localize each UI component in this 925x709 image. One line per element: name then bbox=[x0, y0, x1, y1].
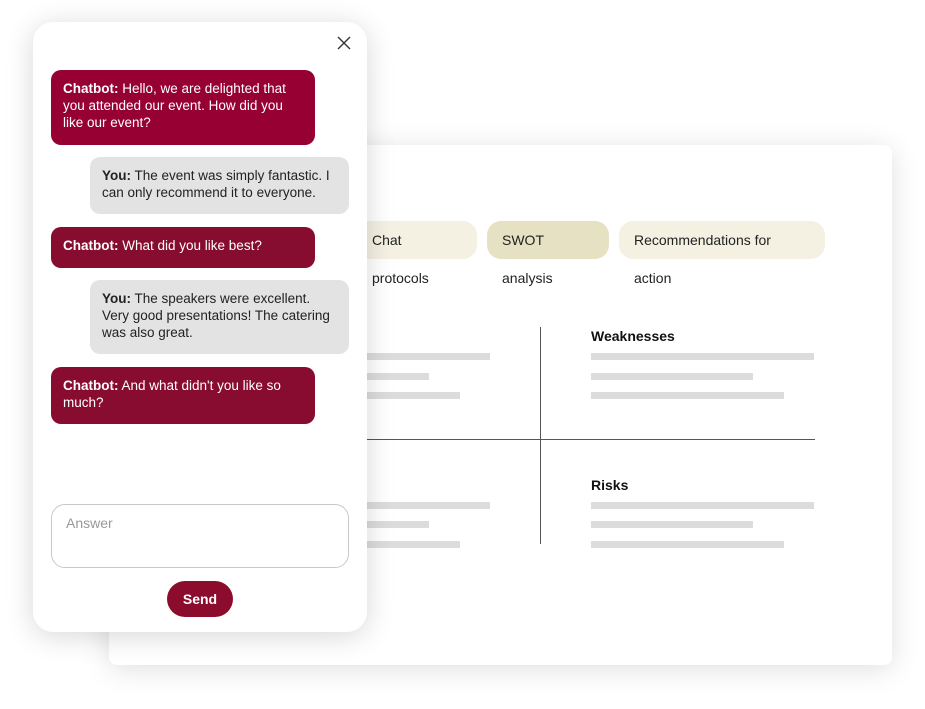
tab-swot-analysis[interactable]: SWOT analysis bbox=[487, 221, 609, 286]
close-icon[interactable] bbox=[335, 34, 353, 52]
chat-window: Chatbot: Hello, we are delighted that yo… bbox=[33, 22, 367, 632]
text-placeholder-line bbox=[591, 521, 753, 528]
user-message: You: The speakers were excellent. Very g… bbox=[90, 280, 349, 354]
text-placeholder-line bbox=[591, 502, 814, 509]
message-text: The event was simply fantastic. I can on… bbox=[102, 168, 330, 200]
message-sender: Chatbot: bbox=[63, 81, 119, 96]
swot-horizontal-divider bbox=[359, 439, 815, 440]
message-sender: Chatbot: bbox=[63, 238, 119, 253]
chatbot-message: Chatbot: And what didn't you like so muc… bbox=[51, 367, 315, 424]
swot-vertical-divider bbox=[540, 327, 541, 544]
text-placeholder-line bbox=[591, 353, 814, 360]
user-message: You: The event was simply fantastic. I c… bbox=[90, 157, 349, 214]
chatbot-message: Chatbot: Hello, we are delighted that yo… bbox=[51, 70, 315, 145]
answer-input[interactable] bbox=[51, 504, 349, 568]
tab-chat-protocols[interactable]: Chat protocols bbox=[357, 221, 477, 286]
message-text: What did you like best? bbox=[122, 238, 262, 253]
risks-title: Risks bbox=[591, 477, 629, 493]
message-sender: You: bbox=[102, 291, 131, 306]
message-text: The speakers were excellent. Very good p… bbox=[102, 291, 330, 340]
text-placeholder-line bbox=[591, 373, 753, 380]
send-button[interactable]: Send bbox=[167, 581, 233, 617]
weaknesses-title: Weaknesses bbox=[591, 328, 675, 344]
text-placeholder-line bbox=[591, 541, 784, 548]
message-sender: You: bbox=[102, 168, 131, 183]
chatbot-message: Chatbot: What did you like best? bbox=[51, 227, 315, 268]
message-sender: Chatbot: bbox=[63, 378, 119, 393]
tab-recommendations[interactable]: Recommendations for action bbox=[619, 221, 825, 286]
text-placeholder-line bbox=[591, 392, 784, 399]
